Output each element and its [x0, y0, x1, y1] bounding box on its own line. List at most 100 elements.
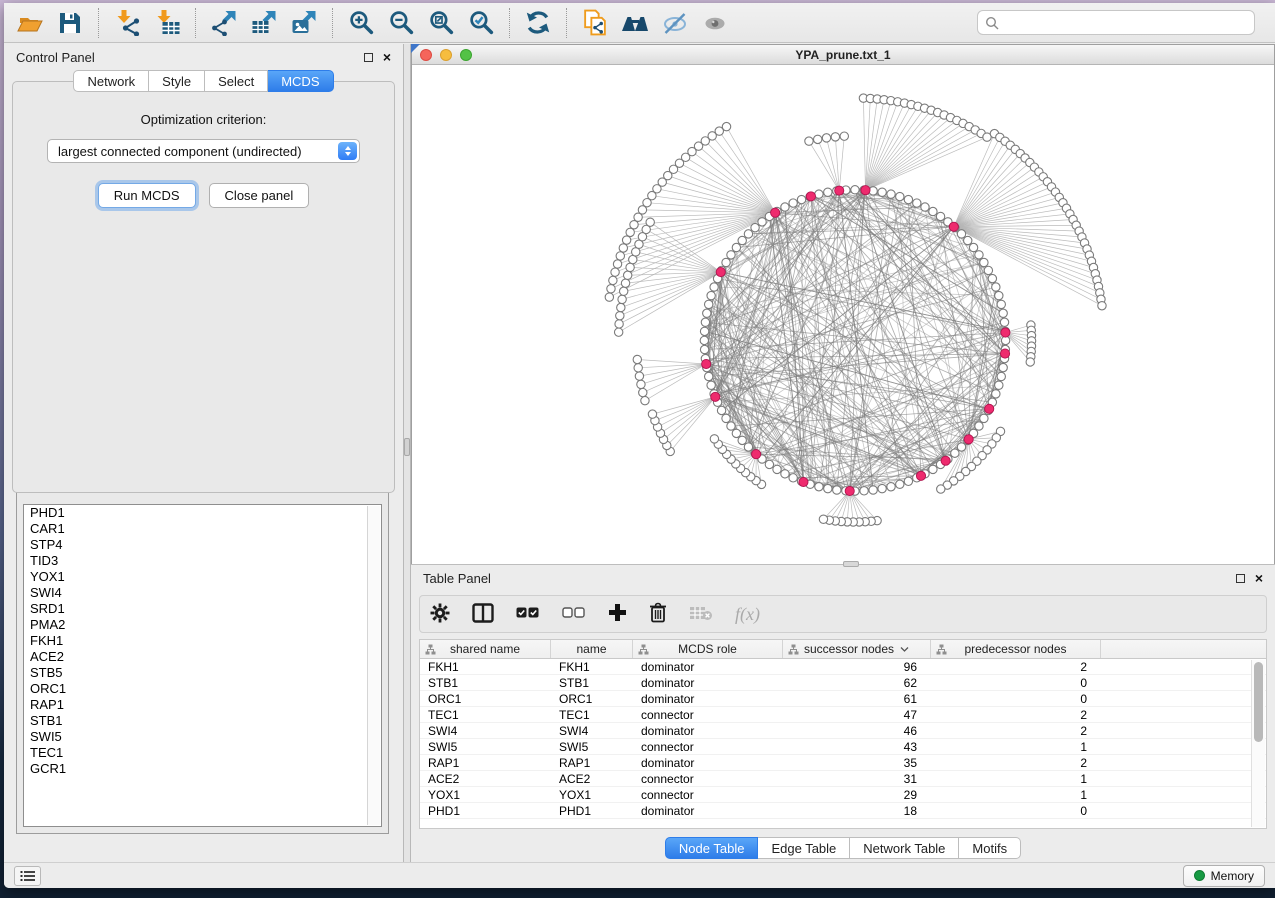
table-cell: 0 [931, 675, 1101, 690]
criterion-select[interactable]: largest connected component (undirected) [47, 139, 360, 163]
table-row[interactable]: YOX1YOX1connector291 [420, 787, 1266, 803]
zoom-fit-button[interactable] [421, 6, 461, 40]
tab-style[interactable]: Style [149, 70, 205, 92]
control-panel-tabs: NetworkStyleSelectMCDS [4, 70, 403, 92]
table-tab-motifs[interactable]: Motifs [959, 837, 1021, 859]
memory-status-icon [1194, 870, 1205, 881]
export-network-button[interactable] [204, 6, 244, 40]
first-neighbors-button[interactable] [615, 6, 655, 40]
plus-icon [608, 603, 627, 622]
table-row[interactable]: RAP1RAP1dominator352 [420, 755, 1266, 771]
mcds-result-node[interactable]: TID3 [24, 553, 381, 569]
table-tab-node-table[interactable]: Node Table [665, 837, 759, 859]
table-cell: 46 [783, 723, 931, 738]
table-scrollbar[interactable] [1251, 660, 1265, 827]
right-area: YPA_prune.txt_1 Table Panel × [411, 44, 1275, 862]
mcds-result-node[interactable]: ORC1 [24, 681, 381, 697]
table-row[interactable]: TEC1TEC1connector472 [420, 707, 1266, 723]
save-button[interactable] [50, 6, 90, 40]
zoom-out-button[interactable] [381, 6, 421, 40]
table-cell: RAP1 [420, 755, 551, 770]
table-panel: Table Panel × [411, 564, 1275, 862]
add-column-button[interactable] [608, 603, 627, 625]
mcds-result-node[interactable]: ACE2 [24, 649, 381, 665]
mcds-result-node[interactable]: PHD1 [24, 505, 381, 521]
column-header-name[interactable]: name [551, 640, 633, 658]
float-panel-button[interactable] [364, 53, 373, 62]
mcds-result-node[interactable]: STP4 [24, 537, 381, 553]
mcds-result-list[interactable]: PHD1CAR1STP4TID3YOX1SWI4SRD1PMA2FKH1ACE2… [23, 504, 382, 827]
close-table-panel-button[interactable]: × [1255, 574, 1263, 583]
mcds-result-node[interactable]: STB5 [24, 665, 381, 681]
table-row[interactable]: SWI4SWI4dominator462 [420, 723, 1266, 739]
deselect-all-button[interactable] [562, 607, 586, 622]
mcds-result-node[interactable]: CAR1 [24, 521, 381, 537]
table-cell: 2 [931, 707, 1101, 722]
table-cell: 96 [783, 659, 931, 674]
result-scrollbar[interactable] [367, 506, 380, 825]
table-row[interactable]: ACE2ACE2connector311 [420, 771, 1266, 787]
task-list-icon [20, 870, 36, 882]
task-history-button[interactable] [14, 866, 41, 886]
table-row[interactable]: FKH1FKH1dominator962 [420, 659, 1266, 675]
close-panel-button-mcds[interactable]: Close panel [209, 183, 310, 208]
memory-button[interactable]: Memory [1183, 865, 1265, 887]
network-graph[interactable] [412, 65, 1274, 564]
table-row[interactable]: ORC1ORC1dominator610 [420, 691, 1266, 707]
show-columns-button[interactable] [472, 603, 494, 626]
zoom-selected-button[interactable] [461, 6, 501, 40]
mcds-result-node[interactable]: TEC1 [24, 745, 381, 761]
tab-mcds[interactable]: MCDS [268, 70, 333, 92]
mcds-result-node[interactable]: RAP1 [24, 697, 381, 713]
table-cell: 61 [783, 691, 931, 706]
search-input[interactable] [1004, 16, 1247, 30]
mcds-result-node[interactable]: SWI5 [24, 729, 381, 745]
toolbar-separator [98, 8, 99, 38]
copy-network-button[interactable] [575, 6, 615, 40]
mcds-result-node[interactable]: SRD1 [24, 601, 381, 617]
export-table-button[interactable] [244, 6, 284, 40]
table-row[interactable]: PHD1PHD1dominator180 [420, 803, 1266, 819]
table-tab-edge-table[interactable]: Edge Table [758, 837, 850, 859]
table-tab-network-table[interactable]: Network Table [850, 837, 959, 859]
function-builder-button[interactable]: f(x) [735, 604, 760, 625]
table-cell: 47 [783, 707, 931, 722]
column-header-MCDS-role[interactable]: MCDS role [633, 640, 783, 658]
float-table-panel-button[interactable] [1236, 574, 1245, 583]
tab-network[interactable]: Network [73, 70, 149, 92]
table-cell: 18 [783, 803, 931, 818]
run-mcds-button[interactable]: Run MCDS [98, 183, 196, 208]
import-table-button[interactable] [147, 6, 187, 40]
import-network-button[interactable] [107, 6, 147, 40]
select-all-button[interactable] [516, 607, 540, 622]
mcds-result-node[interactable]: PMA2 [24, 617, 381, 633]
mcds-result-node[interactable]: SWI4 [24, 585, 381, 601]
table-mode-button[interactable] [430, 603, 450, 626]
column-header-predecessor-nodes[interactable]: predecessor nodes [931, 640, 1101, 658]
mcds-result-node[interactable]: FKH1 [24, 633, 381, 649]
hide-graphics-details-button[interactable] [655, 6, 695, 40]
table-scrollbar-thumb[interactable] [1254, 662, 1263, 742]
delete-column-button[interactable] [649, 602, 667, 626]
open-button[interactable] [10, 6, 50, 40]
tab-select[interactable]: Select [205, 70, 268, 92]
column-header-successor-nodes[interactable]: successor nodes [783, 640, 931, 658]
network-canvas[interactable] [412, 65, 1274, 564]
table-panel-resize-handle[interactable] [843, 561, 859, 567]
zoom-in-button[interactable] [341, 6, 381, 40]
export-image-button[interactable] [284, 6, 324, 40]
table-row[interactable]: STB1STB1dominator620 [420, 675, 1266, 691]
table-cell: RAP1 [551, 755, 633, 770]
mcds-result-node[interactable]: YOX1 [24, 569, 381, 585]
attribute-type-icon [788, 644, 799, 655]
table-cell: dominator [633, 691, 783, 706]
delete-table-button[interactable] [689, 605, 713, 624]
close-panel-button[interactable]: × [383, 53, 391, 62]
apply-layout-button[interactable] [518, 6, 558, 40]
mcds-result-node[interactable]: GCR1 [24, 761, 381, 777]
show-graphics-details-button[interactable] [695, 6, 735, 40]
mcds-result-node[interactable]: STB1 [24, 713, 381, 729]
panel-splitter[interactable] [403, 44, 411, 862]
column-header-shared-name[interactable]: shared name [420, 640, 551, 658]
table-row[interactable]: SWI5SWI5connector431 [420, 739, 1266, 755]
